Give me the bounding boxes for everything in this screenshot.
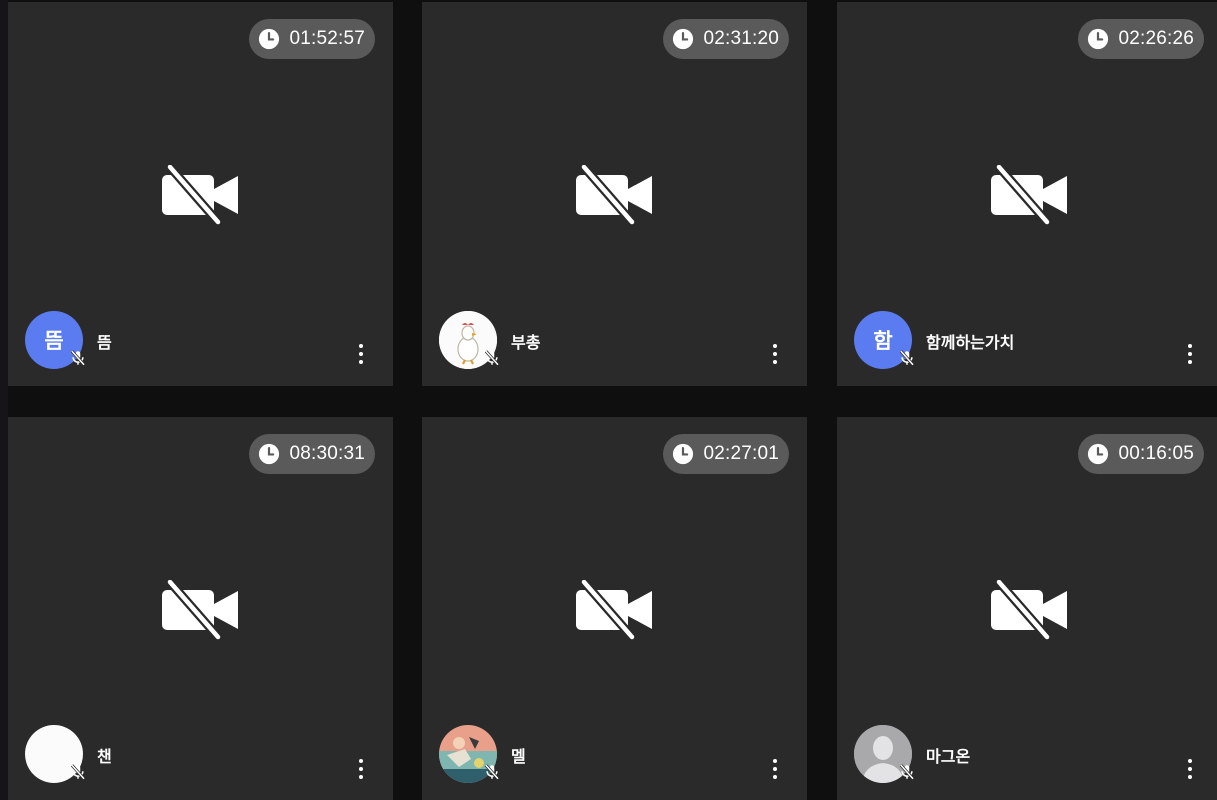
more-vert-icon[interactable]: [356, 342, 366, 366]
timer-text: 00:16:05: [1118, 443, 1194, 464]
participant-name: 챈: [97, 747, 112, 766]
participant-name: 멜: [511, 747, 526, 766]
participant-name: 뜸: [97, 333, 112, 352]
mic-off-icon: [899, 764, 915, 780]
clock-icon: [673, 28, 694, 50]
participant-tile[interactable]: 01:52:57 뜸 뜸: [8, 2, 393, 386]
more-vert-icon[interactable]: [356, 757, 366, 781]
mic-off-icon: [484, 350, 500, 366]
mic-off-icon: [484, 764, 500, 780]
timer-text: 01:52:57: [289, 28, 365, 49]
participant-tile[interactable]: 02:27:01 멜: [422, 417, 807, 800]
mic-off-icon: [70, 350, 86, 366]
video-off-icon: [576, 165, 652, 225]
participant-tile[interactable]: 08:30:31 챈: [8, 417, 393, 800]
mic-off-icon: [70, 764, 86, 780]
session-timer: 02:31:20: [663, 19, 789, 59]
video-off-icon: [162, 165, 238, 225]
participant-tile[interactable]: 02:31:20 부총: [422, 2, 807, 386]
participant-tile[interactable]: 00:16:05 마그온: [837, 417, 1217, 800]
timer-text: 08:30:31: [289, 443, 365, 464]
timer-text: 02:31:20: [703, 28, 779, 49]
mic-off-icon: [899, 350, 915, 366]
participant-name: 마그온: [926, 747, 971, 766]
session-timer: 01:52:57: [249, 19, 375, 59]
more-vert-icon[interactable]: [1185, 757, 1195, 781]
participant-name: 부총: [511, 333, 541, 352]
video-off-icon: [576, 580, 652, 640]
session-timer: 02:26:26: [1078, 19, 1204, 59]
more-vert-icon[interactable]: [770, 757, 780, 781]
timer-text: 02:27:01: [703, 443, 779, 464]
participant-name: 함께하는가치: [926, 333, 1015, 352]
session-timer: 00:16:05: [1078, 434, 1204, 474]
session-timer: 08:30:31: [249, 434, 375, 474]
avatar-initial: 함: [873, 329, 893, 353]
clock-icon: [1088, 443, 1109, 465]
participant-tile[interactable]: 02:26:26 함 함께하는가치: [837, 2, 1217, 386]
more-vert-icon[interactable]: [770, 342, 780, 366]
clock-icon: [259, 28, 280, 50]
left-edge-strip: [0, 0, 8, 800]
clock-icon: [1088, 28, 1109, 50]
clock-icon: [259, 443, 280, 465]
clock-icon: [673, 443, 694, 465]
video-grid: 01:52:57 뜸 뜸 02:31:20 부총 02:26:26 함 함께하는…: [8, 2, 1217, 800]
avatar-initial: 뜸: [44, 329, 64, 353]
video-off-icon: [991, 580, 1067, 640]
session-timer: 02:27:01: [663, 434, 789, 474]
timer-text: 02:26:26: [1118, 28, 1194, 49]
video-off-icon: [991, 165, 1067, 225]
more-vert-icon[interactable]: [1185, 342, 1195, 366]
video-off-icon: [162, 580, 238, 640]
